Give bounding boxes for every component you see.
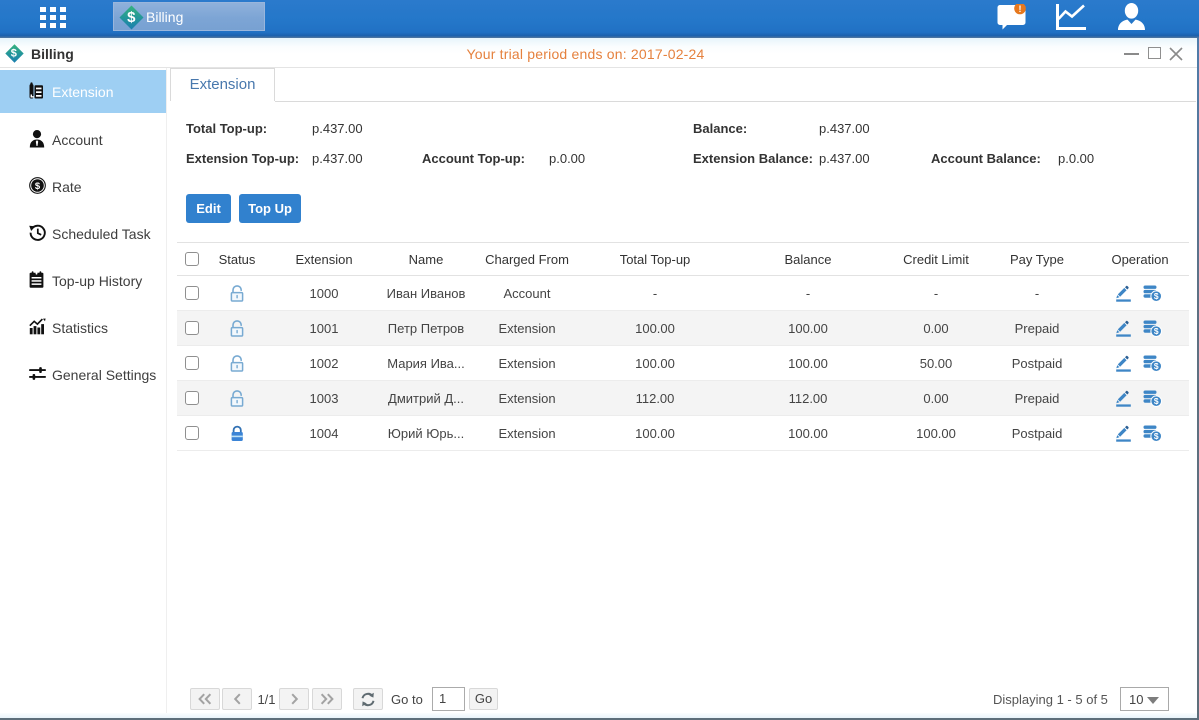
svg-text:$: $ [1153, 396, 1158, 406]
svg-text:$: $ [1153, 326, 1158, 336]
svg-text:$: $ [1153, 361, 1158, 371]
svg-text:$: $ [1153, 431, 1158, 441]
svg-text:$: $ [1153, 291, 1158, 301]
svg-text:$: $ [35, 181, 41, 192]
svg-text:!: ! [1019, 4, 1022, 14]
